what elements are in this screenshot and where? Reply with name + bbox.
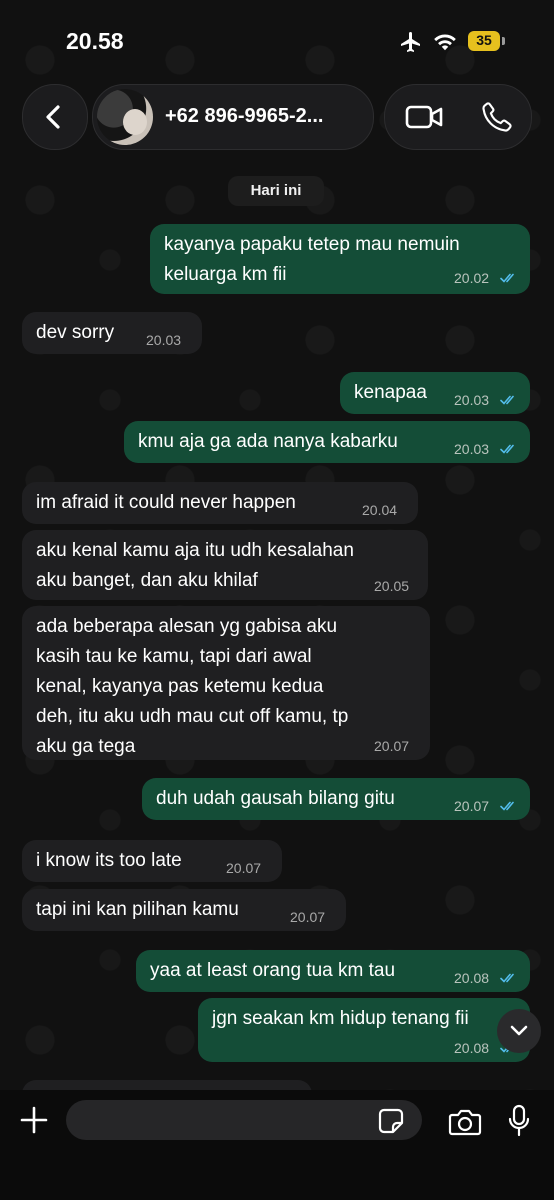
message-text: kmu aja ga ada nanya kabarku — [138, 431, 398, 452]
avatar — [97, 89, 153, 145]
read-ticks-icon — [500, 973, 514, 983]
message-time: 20.02 — [454, 270, 490, 286]
message-time: 20.04 — [362, 502, 398, 518]
message-bubble-outgoing[interactable]: kmu aja ga ada nanya kabarku 20.03 — [124, 421, 530, 463]
wifi-icon — [434, 34, 456, 51]
status-bar: 20.58 35 — [0, 0, 554, 80]
message-time: 20.03 — [146, 332, 182, 348]
message-bubble-incoming[interactable]: i know its too late 20.07 — [22, 840, 282, 882]
message-bubble-incoming[interactable]: dev sorry 20.03 — [22, 312, 202, 354]
date-separator: Hari ini — [228, 176, 324, 206]
message-input[interactable] — [66, 1100, 422, 1140]
camera-icon[interactable] — [448, 1108, 482, 1136]
message-text: ada beberapa alesan yg gabisa aku kasih … — [36, 616, 349, 757]
composer-bar — [0, 1090, 554, 1200]
message-bubble-outgoing[interactable]: jgn seakan km hidup tenang fii 20.08 — [198, 998, 530, 1062]
message-text: kayanya papaku tetep mau nemuin keluarga… — [164, 234, 460, 285]
phone-icon[interactable] — [481, 101, 513, 133]
message-time: 20.07 — [374, 738, 410, 754]
battery-indicator: 35 — [468, 31, 506, 51]
video-call-icon[interactable] — [405, 103, 445, 131]
status-time: 20.58 — [66, 28, 124, 54]
message-text: jgn seakan km hidup tenang fii — [212, 1008, 469, 1029]
read-ticks-icon — [500, 395, 514, 405]
contact-info-button[interactable]: +62 896-9965-2... — [92, 84, 374, 150]
message-bubble-outgoing[interactable]: yaa at least orang tua km tau 20.08 — [136, 950, 530, 992]
message-time: 20.05 — [374, 578, 410, 594]
read-ticks-icon — [500, 801, 514, 811]
plus-icon[interactable] — [20, 1106, 48, 1134]
message-bubble-incoming[interactable]: im afraid it could never happen 20.04 — [22, 482, 418, 524]
read-ticks-icon — [500, 444, 514, 454]
back-button[interactable] — [22, 84, 88, 150]
message-text: kenapaa — [354, 382, 427, 403]
message-bubble-outgoing[interactable]: kenapaa 20.03 — [340, 372, 530, 414]
message-text: duh udah gausah bilang gitu — [156, 788, 395, 809]
sticker-icon[interactable] — [378, 1108, 404, 1134]
message-bubble-incoming[interactable]: ada beberapa alesan yg gabisa aku kasih … — [22, 606, 430, 760]
message-bubble-incoming[interactable]: tapi ini kan pilihan kamu 20.07 — [22, 889, 346, 931]
message-time: 20.08 — [454, 1040, 490, 1056]
airplane-icon — [401, 32, 420, 52]
scroll-to-bottom-button[interactable] — [497, 1009, 541, 1053]
message-text: tapi ini kan pilihan kamu — [36, 899, 239, 920]
message-time: 20.03 — [454, 441, 490, 457]
message-text: im afraid it could never happen — [36, 492, 296, 513]
message-bubble-outgoing[interactable]: kayanya papaku tetep mau nemuin keluarga… — [150, 224, 530, 294]
chat-header: +62 896-9965-2... — [0, 80, 554, 160]
message-text: i know its too late — [36, 850, 182, 871]
message-time: 20.03 — [454, 392, 490, 408]
message-time: 20.07 — [454, 798, 490, 814]
mic-icon[interactable] — [508, 1104, 530, 1138]
message-time: 20.08 — [454, 970, 490, 986]
message-text: yaa at least orang tua km tau — [150, 960, 396, 981]
read-ticks-icon — [500, 273, 514, 283]
message-bubble-outgoing[interactable]: duh udah gausah bilang gitu 20.07 — [142, 778, 530, 820]
message-bubble-incoming[interactable]: aku kenal kamu aja itu udh kesalahan aku… — [22, 530, 428, 600]
chevron-down-icon — [510, 1025, 528, 1036]
battery-level: 35 — [476, 32, 492, 48]
contact-name: +62 896-9965-2... — [165, 105, 324, 127]
back-chevron-icon — [46, 105, 60, 129]
message-time: 20.07 — [290, 909, 326, 925]
message-text: dev sorry — [36, 322, 115, 343]
message-time: 20.07 — [226, 860, 262, 876]
message-text: aku kenal kamu aja itu udh kesalahan aku… — [36, 540, 354, 591]
call-actions — [384, 84, 532, 150]
